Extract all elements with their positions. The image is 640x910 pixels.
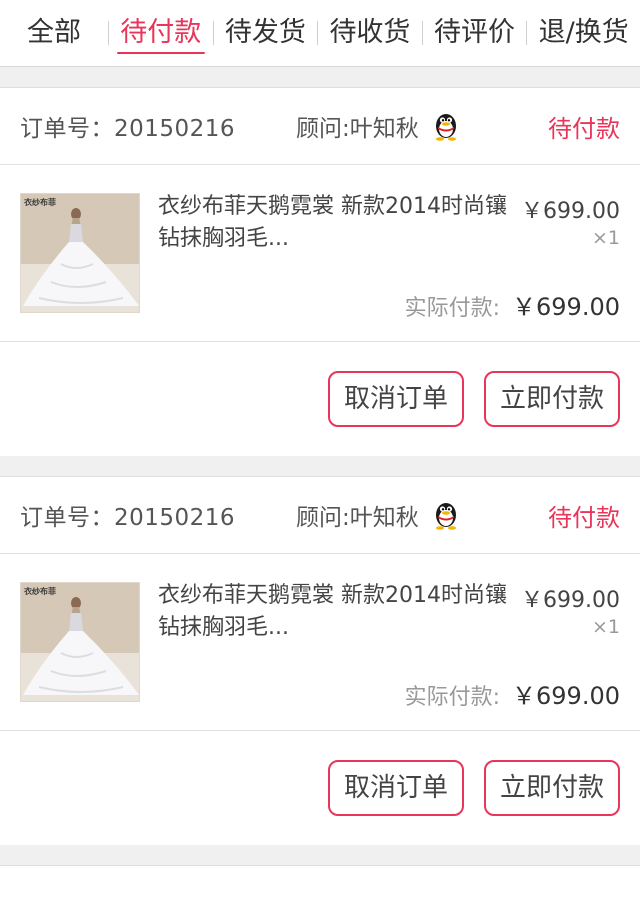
order-number: 订单号：20150216	[20, 505, 236, 531]
cancel-order-button[interactable]: 取消订单	[327, 760, 464, 816]
order-status-tabs: 全部 待付款 待发货 待收货 待评价 退/换货	[0, 0, 640, 67]
total-amount: ￥699.00	[512, 293, 620, 321]
total-label: 实际付款:	[404, 296, 501, 321]
order-status: 待付款	[548, 503, 620, 532]
product-price: ￥699.00	[521, 588, 620, 613]
wedding-dress-image	[21, 194, 139, 312]
active-tab-underline	[117, 52, 205, 54]
order-status: 待付款	[548, 114, 620, 143]
product-info: 衣纱布菲天鹅霓裳 新款2014时尚镶钻抹胸羽毛... ￥699.00 ×1 实际…	[158, 191, 620, 341]
tab-pending-shipment[interactable]: 待发货	[214, 0, 318, 66]
advisor: 顾问:叶知秋	[296, 498, 461, 532]
total-label: 实际付款:	[404, 685, 501, 710]
tab-pending-payment[interactable]: 待付款	[109, 0, 213, 66]
order-card: 订单号：20150216 顾问:叶知秋 待付款 衣纱布菲 衣纱布菲天鹅霓裳 新款…	[0, 88, 640, 456]
order-actions: 取消订单 立即付款	[0, 342, 640, 456]
product-quantity: ×1	[591, 227, 620, 249]
tab-return-exchange[interactable]: 退/换货	[527, 0, 640, 66]
tab-pending-receipt[interactable]: 待收货	[318, 0, 422, 66]
qq-penguin-icon[interactable]	[431, 111, 461, 141]
thumb-brand-logo: 衣纱布菲	[24, 587, 56, 596]
pay-now-button[interactable]: 立即付款	[483, 760, 620, 816]
order-number: 订单号：20150216	[20, 116, 236, 142]
wedding-dress-image	[21, 583, 139, 701]
pay-now-button[interactable]: 立即付款	[483, 371, 620, 427]
total-payment: 实际付款: ￥699.00	[405, 676, 620, 711]
advisor-name: 顾问:叶知秋	[296, 505, 419, 531]
thumb-brand-logo: 衣纱布菲	[24, 198, 56, 207]
order-card: 订单号：20150216 顾问:叶知秋 待付款 衣纱布菲 衣纱布菲天鹅霓裳 新款…	[0, 477, 640, 845]
section-gap	[0, 456, 640, 477]
qq-penguin-icon[interactable]	[431, 500, 461, 530]
tab-all[interactable]: 全部	[0, 0, 108, 66]
order-item[interactable]: 衣纱布菲 衣纱布菲天鹅霓裳 新款2014时尚镶钻抹胸羽毛... ￥699.00 …	[0, 165, 640, 342]
order-header: 订单号：20150216 顾问:叶知秋 待付款	[0, 88, 640, 165]
order-header: 订单号：20150216 顾问:叶知秋 待付款	[0, 477, 640, 554]
section-gap	[0, 845, 640, 866]
section-gap	[0, 67, 640, 88]
advisor-name: 顾问:叶知秋	[296, 116, 419, 142]
total-payment: 实际付款: ￥699.00	[405, 287, 620, 322]
product-info: 衣纱布菲天鹅霓裳 新款2014时尚镶钻抹胸羽毛... ￥699.00 ×1 实际…	[158, 580, 620, 730]
product-thumbnail[interactable]: 衣纱布菲	[20, 193, 140, 313]
order-actions: 取消订单 立即付款	[0, 731, 640, 845]
total-amount: ￥699.00	[512, 682, 620, 710]
advisor: 顾问:叶知秋	[296, 109, 461, 143]
tab-pending-review[interactable]: 待评价	[423, 0, 527, 66]
cancel-order-button[interactable]: 取消订单	[327, 371, 464, 427]
product-quantity: ×1	[591, 616, 620, 638]
order-item[interactable]: 衣纱布菲 衣纱布菲天鹅霓裳 新款2014时尚镶钻抹胸羽毛... ￥699.00 …	[0, 554, 640, 731]
product-price: ￥699.00	[521, 199, 620, 224]
product-title[interactable]: 衣纱布菲天鹅霓裳 新款2014时尚镶钻抹胸羽毛...	[158, 580, 514, 644]
product-thumbnail[interactable]: 衣纱布菲	[20, 582, 140, 702]
product-title[interactable]: 衣纱布菲天鹅霓裳 新款2014时尚镶钻抹胸羽毛...	[158, 191, 514, 255]
